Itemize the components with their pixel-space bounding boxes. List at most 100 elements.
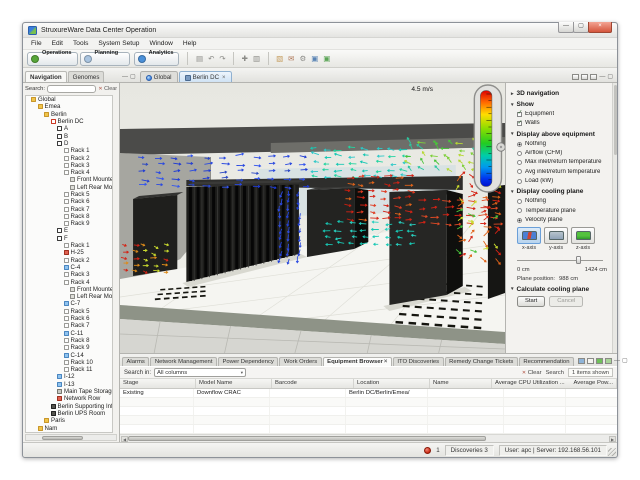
save-icon[interactable]: ▤	[194, 55, 204, 63]
checkbox-icon[interactable]	[517, 112, 522, 117]
display-above-option[interactable]: Avg inlet/return temperature	[517, 169, 609, 176]
layers-green-icon[interactable]: ▣	[322, 55, 332, 63]
editor-tab[interactable]: Berlin DC	[179, 71, 232, 82]
radio-icon[interactable]	[517, 142, 522, 147]
radio-icon[interactable]	[517, 160, 522, 165]
tree-item[interactable]: Nam	[26, 424, 112, 431]
tree-item[interactable]: Rack 2	[26, 154, 112, 161]
radio-icon[interactable]	[517, 208, 522, 213]
plane-position-slider[interactable]	[517, 256, 607, 264]
copy-icon[interactable]: ▥	[251, 55, 261, 63]
undo-icon[interactable]: ↶	[207, 55, 216, 63]
tree-item[interactable]: Rack 9	[26, 220, 112, 227]
bottom-tab[interactable]: Equipment Browser	[323, 357, 392, 367]
column-header[interactable]: Barcode	[272, 379, 354, 388]
tab-close-icon[interactable]	[384, 359, 388, 365]
close-button[interactable]: ×	[588, 22, 612, 33]
cooling-plane-option[interactable]: Temperature plane	[517, 208, 609, 215]
radio-icon[interactable]	[517, 169, 522, 174]
table-horizontal-scrollbar[interactable]: ◀ ▶	[120, 434, 617, 442]
tree-item[interactable]: I-12	[26, 373, 112, 380]
radio-icon[interactable]	[517, 151, 522, 156]
left-pane-tab[interactable]: Navigation	[25, 71, 67, 82]
tree-item[interactable]: Rack 2	[26, 257, 112, 264]
tree-item[interactable]: Rack 6	[26, 198, 112, 205]
search-input[interactable]	[47, 85, 96, 93]
redo-icon[interactable]: ↷	[218, 55, 227, 63]
view-layout-icon[interactable]	[572, 74, 579, 80]
section-show[interactable]: ▾ Show	[511, 101, 609, 108]
tree-item[interactable]: Berlin DC	[26, 118, 112, 125]
editor-tab[interactable]: Global	[140, 71, 178, 82]
display-above-option[interactable]: Max inlet/return temperature	[517, 159, 609, 166]
tree-item[interactable]: E	[26, 227, 112, 234]
table-clear-button[interactable]: ✕ Clear	[522, 370, 542, 376]
table-row[interactable]	[120, 407, 617, 416]
search-in-combo[interactable]: All columns ▾	[154, 368, 246, 377]
add-icon[interactable]: ✚	[240, 55, 249, 63]
tree-item[interactable]: B	[26, 132, 112, 139]
section-display-above[interactable]: ▾ Display above equipment	[511, 131, 609, 138]
column-header[interactable]: Stage	[120, 379, 196, 388]
tree-item[interactable]: Rack 5	[26, 191, 112, 198]
column-header[interactable]: Model Name	[196, 379, 272, 388]
cooling-plane-option[interactable]: Velocity plane	[517, 217, 609, 224]
tree-item[interactable]: Rack 1	[26, 147, 112, 154]
cancel-button[interactable]: Cancel	[549, 296, 583, 307]
bottom-tab[interactable]: Power Dependency	[218, 357, 278, 367]
tree-item[interactable]: Paris	[26, 417, 112, 424]
title-bar[interactable]: StruxureWare Data Center Operation — ▢ ×	[23, 23, 617, 38]
minimize-button[interactable]: —	[558, 22, 574, 33]
tree-item[interactable]: Rack 3	[26, 271, 112, 278]
image-icon[interactable]: ▧	[275, 55, 285, 63]
perspective-button[interactable]: OperationsData Center	[27, 52, 78, 66]
view-split-icon[interactable]	[581, 74, 588, 80]
tree-item[interactable]: Main Tape Storage	[26, 388, 112, 395]
tree-item[interactable]: Rack 8	[26, 337, 112, 344]
tree-item[interactable]: Berlin	[26, 111, 112, 118]
search-clear-button[interactable]: ✕ Clear	[98, 86, 117, 92]
bottom-tab[interactable]: Recommendation	[519, 357, 574, 367]
tree-item[interactable]: Rack 8	[26, 213, 112, 220]
tree-item[interactable]: C-11	[26, 330, 112, 337]
table-row[interactable]: ExistingDownflow CRACBerlin DC/Berlin/Em…	[120, 389, 617, 398]
cooling-plane-option[interactable]: Nothing	[517, 198, 609, 205]
tree-item[interactable]: H-25	[26, 249, 112, 256]
tree-horizontal-scrollbar[interactable]	[25, 434, 117, 441]
maximize-button[interactable]: ▢	[573, 22, 589, 33]
show-option[interactable]: Walls	[517, 120, 609, 127]
tree-item[interactable]: Rack 5	[26, 308, 112, 315]
tree-item[interactable]: Rack 9	[26, 344, 112, 351]
axis-button[interactable]	[544, 227, 568, 244]
tree-item[interactable]: Rack 6	[26, 315, 112, 322]
table-row[interactable]	[120, 416, 617, 425]
bottom-tab[interactable]: Network Management	[150, 357, 217, 367]
axis-button[interactable]	[517, 227, 541, 244]
slider-thumb[interactable]	[576, 256, 581, 264]
bottom-tab[interactable]: Work Orders	[279, 357, 321, 367]
section-cooling-plane[interactable]: ▾ Display cooling plane	[511, 188, 609, 195]
velocity-legend[interactable]	[474, 85, 505, 192]
tree-item[interactable]: Front Mounted	[26, 176, 112, 183]
tree-vertical-scrollbar[interactable]	[112, 96, 113, 432]
panel-maximize-icon[interactable]: ▢	[622, 358, 628, 364]
editor-maximize-icon[interactable]: ▢	[607, 74, 613, 80]
tree-item[interactable]: F	[26, 235, 112, 242]
tree-item[interactable]: Global	[26, 96, 112, 103]
tree-item[interactable]: Rack 11	[26, 366, 112, 373]
section-3d-navigation[interactable]: ▸ 3D navigation	[511, 90, 609, 97]
column-header[interactable]: Average Pow...	[570, 379, 617, 388]
tree-item[interactable]: Left Rear Moun	[26, 184, 112, 191]
left-pane-tab[interactable]: Genomes	[68, 71, 105, 82]
menu-item[interactable]: Help	[178, 39, 202, 48]
view-list-icon[interactable]	[590, 74, 597, 80]
tree-item[interactable]: Rack 7	[26, 322, 112, 329]
bottom-tab[interactable]: Alarms	[122, 357, 149, 367]
tree-item[interactable]: Rack 10	[26, 359, 112, 366]
tree-item[interactable]: D	[26, 140, 112, 147]
panel-minimize-icon[interactable]: —	[614, 358, 620, 364]
bottom-tab[interactable]: Remedy Change Tickets	[445, 357, 518, 367]
table-search-button[interactable]: Search	[546, 370, 564, 376]
tree-item[interactable]: Emea	[26, 103, 112, 110]
tree-item[interactable]: Rack 1	[26, 242, 112, 249]
